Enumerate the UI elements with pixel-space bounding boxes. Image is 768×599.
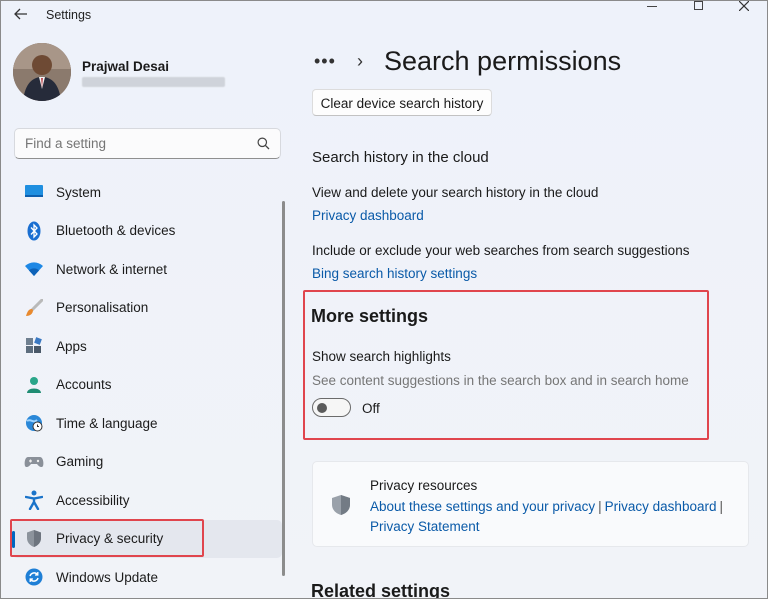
sidebar-item-label: System xyxy=(56,184,102,200)
sidebar-item-label: Windows Update xyxy=(56,569,159,585)
avatar-photo xyxy=(13,43,71,101)
sidebar-item-personalisation[interactable]: Personalisation xyxy=(12,289,282,328)
apps-icon xyxy=(24,336,44,356)
highlight-box-privacy xyxy=(10,519,204,557)
sidebar-item-bluetooth[interactable]: Bluetooth & devices xyxy=(12,212,282,251)
link-separator: | xyxy=(719,499,723,514)
sidebar-item-accounts[interactable]: Accounts xyxy=(12,366,282,405)
sidebar-item-windows-update[interactable]: Windows Update xyxy=(12,558,282,597)
search-icon[interactable] xyxy=(257,137,270,150)
sidebar-item-gaming[interactable]: Gaming xyxy=(12,443,282,482)
back-button[interactable] xyxy=(11,7,31,25)
sidebar-item-label: Network & internet xyxy=(56,261,168,277)
sidebar-item-time-language[interactable]: Time & language xyxy=(12,404,282,443)
avatar[interactable] xyxy=(13,43,71,101)
app-title: Settings xyxy=(46,8,92,22)
sidebar-item-network[interactable]: Network & internet xyxy=(12,250,282,289)
about-settings-privacy-link[interactable]: About these settings and your privacy xyxy=(370,499,595,514)
privacy-resources-title: Privacy resources xyxy=(370,478,478,493)
brush-icon xyxy=(24,298,44,318)
sidebar-item-label: Time & language xyxy=(56,415,158,431)
globe-clock-icon xyxy=(24,413,44,433)
breadcrumb-overflow-button[interactable]: ••• xyxy=(314,51,336,72)
related-settings-heading: Related settings xyxy=(311,581,451,599)
close-button[interactable] xyxy=(721,1,767,15)
search-input[interactable] xyxy=(25,136,235,151)
sidebar-item-label: Gaming xyxy=(56,454,104,470)
privacy-dashboard-link[interactable]: Privacy dashboard xyxy=(605,499,717,514)
close-icon xyxy=(738,1,750,12)
bing-search-history-link[interactable]: Bing search history settings xyxy=(312,266,477,281)
gamepad-icon xyxy=(24,452,44,472)
sidebar-item-apps[interactable]: Apps xyxy=(12,327,282,366)
sidebar-scrollbar[interactable] xyxy=(282,201,285,576)
page-title: Search permissions xyxy=(384,46,622,76)
window-controls xyxy=(629,1,767,15)
sidebar-item-label: Personalisation xyxy=(56,300,149,316)
person-icon xyxy=(24,375,44,395)
sidebar-item-label: Accounts xyxy=(56,377,112,393)
search-box[interactable] xyxy=(14,128,281,159)
title-bar: Settings xyxy=(1,1,767,31)
cloud-section-heading: Search history in the cloud xyxy=(312,149,489,166)
accessibility-icon xyxy=(24,490,44,511)
wifi-icon xyxy=(24,259,44,279)
clear-device-search-history-button[interactable]: Clear device search history xyxy=(312,89,492,116)
sidebar-item-accessibility[interactable]: Accessibility xyxy=(12,481,282,520)
sidebar-item-system[interactable]: System xyxy=(12,173,282,212)
highlight-box-more-settings xyxy=(303,290,709,440)
monitor-icon xyxy=(24,182,44,202)
privacy-dashboard-link[interactable]: Privacy dashboard xyxy=(312,208,424,223)
sidebar-item-label: Bluetooth & devices xyxy=(56,223,176,239)
sidebar-item-label: Accessibility xyxy=(56,492,130,508)
breadcrumb-chevron-icon: › xyxy=(357,51,363,71)
settings-window: Settings Prajwal Desai Find a setting Sy… xyxy=(0,0,768,599)
minimize-button[interactable] xyxy=(629,1,675,15)
profile-email-redacted xyxy=(82,77,225,87)
maximize-button[interactable] xyxy=(675,1,721,15)
minimize-icon xyxy=(647,6,657,8)
privacy-statement-link[interactable]: Privacy Statement xyxy=(370,519,480,534)
profile-name: Prajwal Desai xyxy=(82,59,170,74)
link-separator: | xyxy=(598,499,602,514)
maximize-icon xyxy=(693,1,703,10)
update-icon xyxy=(24,567,44,587)
include-exclude-text: Include or exclude your web searches fro… xyxy=(312,243,690,258)
back-arrow-icon xyxy=(14,8,27,20)
privacy-resources-links: About these settings and your privacy | Pr… xyxy=(370,497,740,537)
privacy-resources-card: Privacy resources About these settings a… xyxy=(312,461,749,547)
bluetooth-icon xyxy=(24,221,44,241)
view-delete-text: View and delete your search history in t… xyxy=(312,185,599,200)
shield-icon xyxy=(332,495,350,515)
sidebar-item-label: Apps xyxy=(56,338,87,354)
